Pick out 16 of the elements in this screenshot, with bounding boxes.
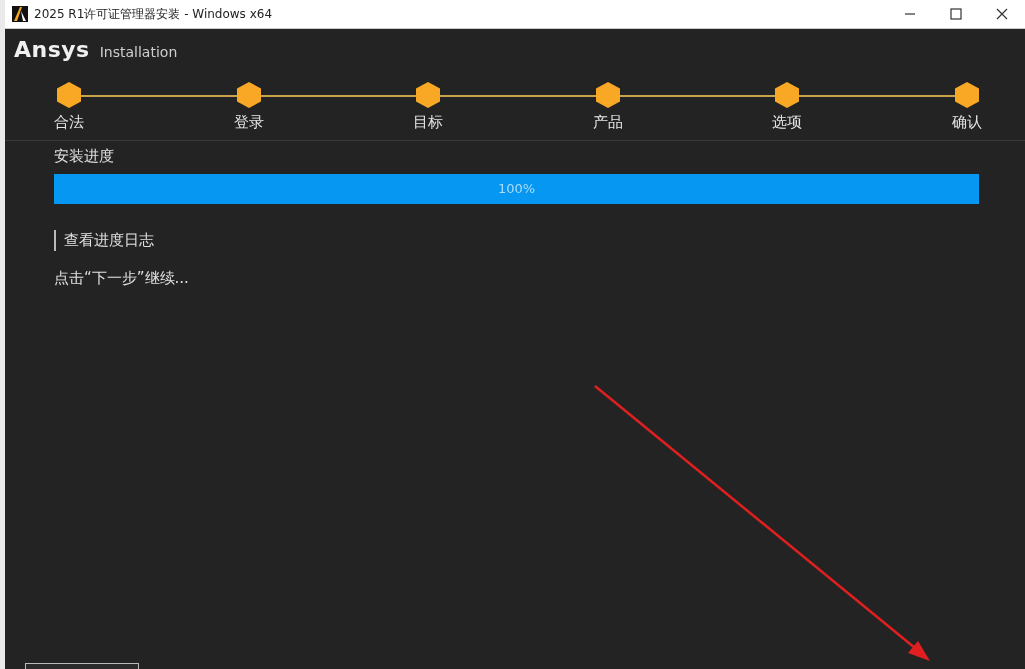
step-label: 产品 bbox=[592, 113, 623, 132]
progress-label: 安装进度 bbox=[54, 147, 115, 166]
app-logo-icon bbox=[12, 6, 28, 22]
instruction-text: 点击“下一步”继续... bbox=[54, 269, 190, 288]
step-label: 登录 bbox=[233, 113, 264, 132]
brand-subtitle: Installation bbox=[99, 44, 178, 60]
step-label: 目标 bbox=[413, 113, 444, 132]
view-log-link[interactable]: 查看进度日志 bbox=[54, 230, 154, 251]
close-icon bbox=[996, 8, 1008, 20]
step-label: 合法 bbox=[54, 113, 84, 132]
step-label: 确认 bbox=[951, 113, 982, 132]
progress-reading: 100% bbox=[496, 181, 537, 196]
step-label: 选项 bbox=[772, 113, 803, 132]
window-title: 2025 R1许可证管理器安装 - Windows x64 bbox=[34, 5, 274, 23]
maximize-icon bbox=[950, 8, 962, 20]
brand-logo: Ansys bbox=[14, 37, 90, 62]
